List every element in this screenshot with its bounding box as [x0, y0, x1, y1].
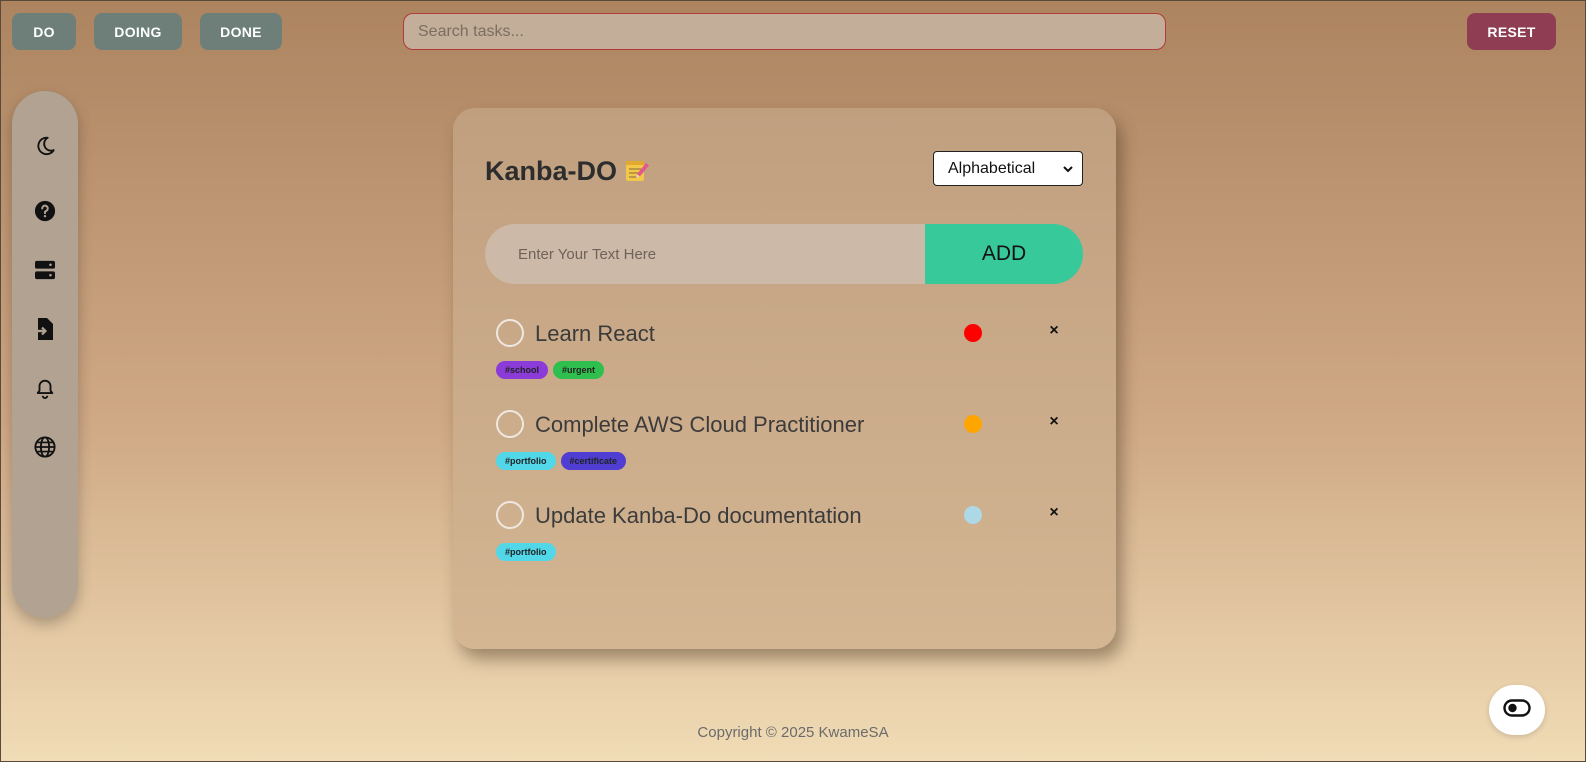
delete-task-button[interactable]: × [1046, 322, 1062, 342]
reset-button[interactable]: RESET [1467, 13, 1556, 50]
tag-badge[interactable]: #portfolio [496, 452, 556, 470]
theme-toggle-button[interactable] [1489, 685, 1545, 735]
task-text: Complete AWS Cloud Practitioner [535, 412, 865, 437]
bell-icon[interactable] [33, 376, 57, 400]
done-button[interactable]: DONE [200, 13, 282, 50]
tag-badge[interactable]: #portfolio [496, 543, 556, 561]
task-checkbox[interactable] [496, 319, 524, 347]
search-input[interactable] [403, 13, 1166, 50]
import-icon[interactable] [33, 317, 57, 341]
task-entry: ADD [485, 224, 1083, 284]
delete-task-button[interactable]: × [1046, 413, 1062, 433]
doing-button[interactable]: DOING [94, 13, 182, 50]
add-button[interactable]: ADD [925, 224, 1083, 284]
sidebar [12, 91, 78, 618]
tag-badge[interactable]: #urgent [553, 361, 605, 379]
help-icon[interactable] [33, 199, 57, 223]
memo-icon [624, 157, 650, 188]
task-input[interactable] [485, 224, 925, 284]
task-item: Complete AWS Cloud Practitioner × #portf… [496, 410, 1076, 490]
moon-icon[interactable] [33, 134, 57, 158]
todo-card: Kanba-DO Alphabetical ADD Learn React × … [453, 108, 1116, 649]
task-text: Learn React [535, 321, 655, 346]
toggle-icon [1503, 698, 1531, 722]
task-item: Learn React × #school #urgent [496, 319, 1076, 399]
task-tags: #portfolio [496, 543, 556, 561]
task-item: Update Kanba-Do documentation × #portfol… [496, 501, 1076, 581]
priority-dot[interactable] [964, 506, 982, 524]
page-title: Kanba-DO [485, 156, 618, 186]
sort-select[interactable]: Alphabetical [933, 151, 1083, 186]
task-text: Update Kanba-Do documentation [535, 503, 862, 528]
globe-icon[interactable] [33, 435, 57, 459]
footer-copyright: Copyright © 2025 KwameSA [697, 724, 889, 741]
priority-dot[interactable] [964, 324, 982, 342]
delete-task-button[interactable]: × [1046, 504, 1062, 524]
task-checkbox[interactable] [496, 501, 524, 529]
priority-dot[interactable] [964, 415, 982, 433]
task-tags: #school #urgent [496, 361, 605, 379]
task-tags: #portfolio #certificate [496, 452, 627, 470]
server-icon[interactable] [33, 258, 57, 282]
tag-badge[interactable]: #certificate [560, 452, 627, 470]
sort-select-value: Alphabetical [948, 159, 1036, 177]
do-button[interactable]: DO [12, 13, 76, 50]
tag-badge[interactable]: #school [496, 361, 549, 379]
chevron-down-icon [1062, 162, 1074, 180]
task-checkbox[interactable] [496, 410, 524, 438]
